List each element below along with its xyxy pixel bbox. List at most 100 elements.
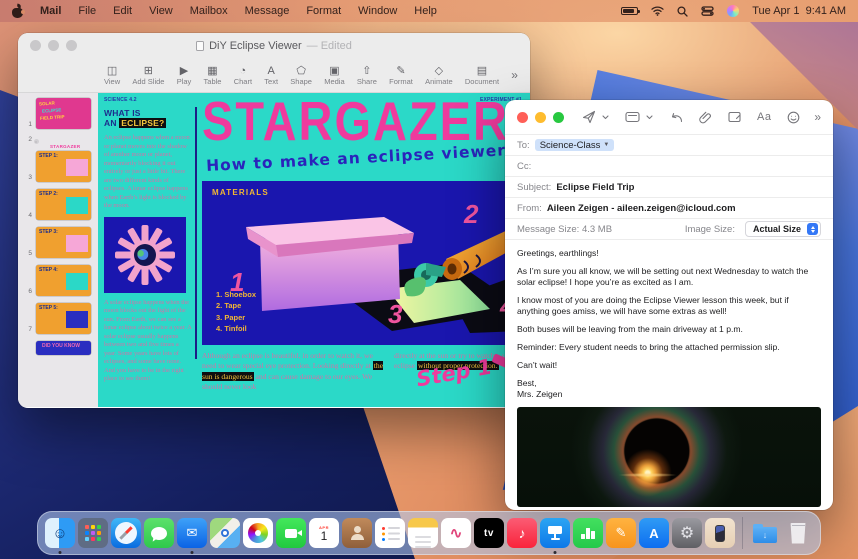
- menu-window[interactable]: Window: [358, 5, 397, 17]
- dock-icon-messages[interactable]: [144, 518, 174, 548]
- menu-edit[interactable]: Edit: [113, 5, 132, 17]
- to-field[interactable]: To: Science-Class▼: [505, 135, 833, 156]
- slide-thumbnail-7[interactable]: 7 STEP 5:: [18, 303, 98, 334]
- slide-canvas[interactable]: SCIENCE 4.2 EXPERIMENT #1 WHAT IS AN ECL…: [98, 93, 530, 407]
- body-signoff: Best,: [517, 378, 821, 389]
- slide-thumbnail-8[interactable]: DID YOU KNOW: [18, 341, 98, 355]
- menu-message[interactable]: Message: [245, 5, 290, 17]
- send-chevron-icon[interactable]: [602, 115, 609, 120]
- media-button[interactable]: ▣Media: [324, 65, 344, 86]
- dock-icon-finder[interactable]: ☺: [45, 518, 75, 548]
- dock-icon-facetime[interactable]: [276, 518, 306, 548]
- dock-icon-maps[interactable]: [210, 518, 240, 548]
- slide-thumbnail-5[interactable]: 5 STEP 3:: [18, 227, 98, 258]
- keynote-titlebar[interactable]: DiY Eclipse Viewer — Edited: [18, 33, 530, 58]
- markup-icon[interactable]: [728, 111, 741, 123]
- send-icon[interactable]: [582, 110, 596, 124]
- chart-button[interactable]: ◔Chart: [234, 65, 252, 86]
- apple-menu-icon[interactable]: [12, 5, 23, 18]
- menu-view[interactable]: View: [149, 5, 173, 17]
- search-icon[interactable]: [677, 6, 688, 17]
- dock-icon-pages[interactable]: ✎: [606, 518, 636, 548]
- menu-help[interactable]: Help: [414, 5, 437, 17]
- dock-icon-trash[interactable]: [783, 518, 813, 548]
- format-icon[interactable]: Aa: [757, 111, 771, 123]
- slide-thumbnail-2-selected[interactable]: 2 STARGAZER: [18, 136, 98, 144]
- eclipse-photo-attachment[interactable]: [517, 407, 821, 507]
- slide-thumbnail-6[interactable]: 6 STEP 4:: [18, 265, 98, 296]
- zoom-button[interactable]: [553, 112, 564, 123]
- dock-icon-downloads[interactable]: [750, 518, 780, 548]
- eclipse-paragraph-1: An eclipse happens when a moon or planet…: [104, 134, 192, 211]
- battery-icon[interactable]: [621, 7, 638, 15]
- stepper-icon: [807, 223, 818, 235]
- cc-field[interactable]: Cc:: [505, 156, 833, 177]
- play-button[interactable]: ▶Play: [177, 65, 192, 86]
- menu-bar-clock[interactable]: Tue Apr 1 9:41 AM: [752, 5, 846, 17]
- slide-course-code: SCIENCE 4.2: [104, 97, 137, 103]
- slide-thumbnail-3[interactable]: 3 STEP 1:: [18, 151, 98, 182]
- image-size-select[interactable]: Actual Size: [745, 221, 821, 237]
- add-slide-button[interactable]: ⊞Add Slide: [132, 65, 164, 86]
- play-icon: ▶: [180, 65, 188, 77]
- menu-mailbox[interactable]: Mailbox: [190, 5, 228, 17]
- menu-file[interactable]: File: [78, 5, 96, 17]
- dock-icon-numbers[interactable]: [573, 518, 603, 548]
- text-button[interactable]: AText: [264, 65, 278, 86]
- table-icon: ▦: [207, 65, 217, 77]
- chart-icon: ◔: [240, 65, 247, 77]
- message-size-row: Message Size: 4.3 MB Image Size: Actual …: [505, 219, 833, 240]
- dock-icon-iphone-mirroring[interactable]: [705, 518, 735, 548]
- dock-icon-contacts[interactable]: [342, 518, 372, 548]
- dock-icon-freeform[interactable]: ∿: [441, 518, 471, 548]
- format-button[interactable]: ✎Format: [389, 65, 413, 86]
- body-paragraph: Reminder: Every student needs to bring t…: [517, 342, 821, 353]
- toolbar-overflow-icon[interactable]: »: [511, 68, 518, 82]
- dock-icon-calendar[interactable]: APR1: [309, 518, 339, 548]
- minimize-button[interactable]: [535, 112, 546, 123]
- fields-chevron-icon[interactable]: [646, 115, 653, 120]
- from-field[interactable]: From: Aileen Zeigen - aileen.zeigen@iclo…: [505, 198, 833, 219]
- message-body[interactable]: Greetings, earthlings! As I’m sure you a…: [505, 240, 833, 400]
- menu-format[interactable]: Format: [306, 5, 341, 17]
- close-button[interactable]: [517, 112, 528, 123]
- chevron-down-icon: ▼: [603, 142, 609, 148]
- animate-button[interactable]: ◇Animate: [425, 65, 453, 86]
- dock-icon-tv[interactable]: tv: [474, 518, 504, 548]
- menu-app-name[interactable]: Mail: [40, 5, 61, 17]
- slide-thumbnail-4[interactable]: 4 STEP 2:: [18, 189, 98, 220]
- window-title: DiY Eclipse Viewer — Edited: [18, 40, 530, 52]
- dock-icon-keynote[interactable]: [540, 518, 570, 548]
- share-button[interactable]: ⇧Share: [357, 65, 377, 86]
- document-proxy-icon[interactable]: [196, 41, 204, 51]
- recipient-token[interactable]: Science-Class▼: [535, 139, 615, 151]
- format-icon: ✎: [396, 65, 405, 77]
- document-button[interactable]: ▤Document: [465, 65, 499, 86]
- wifi-icon[interactable]: [651, 6, 664, 16]
- dock-icon-notes[interactable]: [408, 518, 438, 548]
- table-button[interactable]: ▦Table: [204, 65, 222, 86]
- what-is-heading: WHAT IS AN ECLIPSE?: [104, 108, 192, 128]
- header-fields-icon[interactable]: [625, 111, 640, 123]
- more-toolbar-items-icon[interactable]: »: [814, 110, 821, 124]
- dock-icon-photos[interactable]: [243, 518, 273, 548]
- shape-button[interactable]: ⬠Shape: [290, 65, 312, 86]
- undo-icon[interactable]: [669, 112, 683, 123]
- dock-icon-mail[interactable]: ✉: [177, 518, 207, 548]
- control-center-icon[interactable]: [701, 6, 714, 16]
- dock-icon-launchpad[interactable]: [78, 518, 108, 548]
- dock-icon-reminders[interactable]: [375, 518, 405, 548]
- attach-icon[interactable]: [699, 111, 712, 124]
- slide-thumbnail-1[interactable]: 1 SOLAR ECLIPSE FIELD TRIP: [18, 98, 98, 129]
- share-icon: ⇧: [362, 65, 371, 77]
- emoji-icon[interactable]: [787, 111, 800, 124]
- dock-icon-safari[interactable]: [111, 518, 141, 548]
- text-icon: A: [267, 65, 274, 77]
- dock-icon-music[interactable]: ♪: [507, 518, 537, 548]
- subject-field[interactable]: Subject: Eclipse Field Trip: [505, 177, 833, 198]
- dock: ☺ ✉ APR1 ∿ tv ♪ ✎ A ⚙: [37, 511, 821, 555]
- view-button[interactable]: ◫View: [104, 65, 120, 86]
- dock-icon-settings[interactable]: ⚙: [672, 518, 702, 548]
- siri-icon[interactable]: [727, 5, 739, 17]
- dock-icon-appstore[interactable]: A: [639, 518, 669, 548]
